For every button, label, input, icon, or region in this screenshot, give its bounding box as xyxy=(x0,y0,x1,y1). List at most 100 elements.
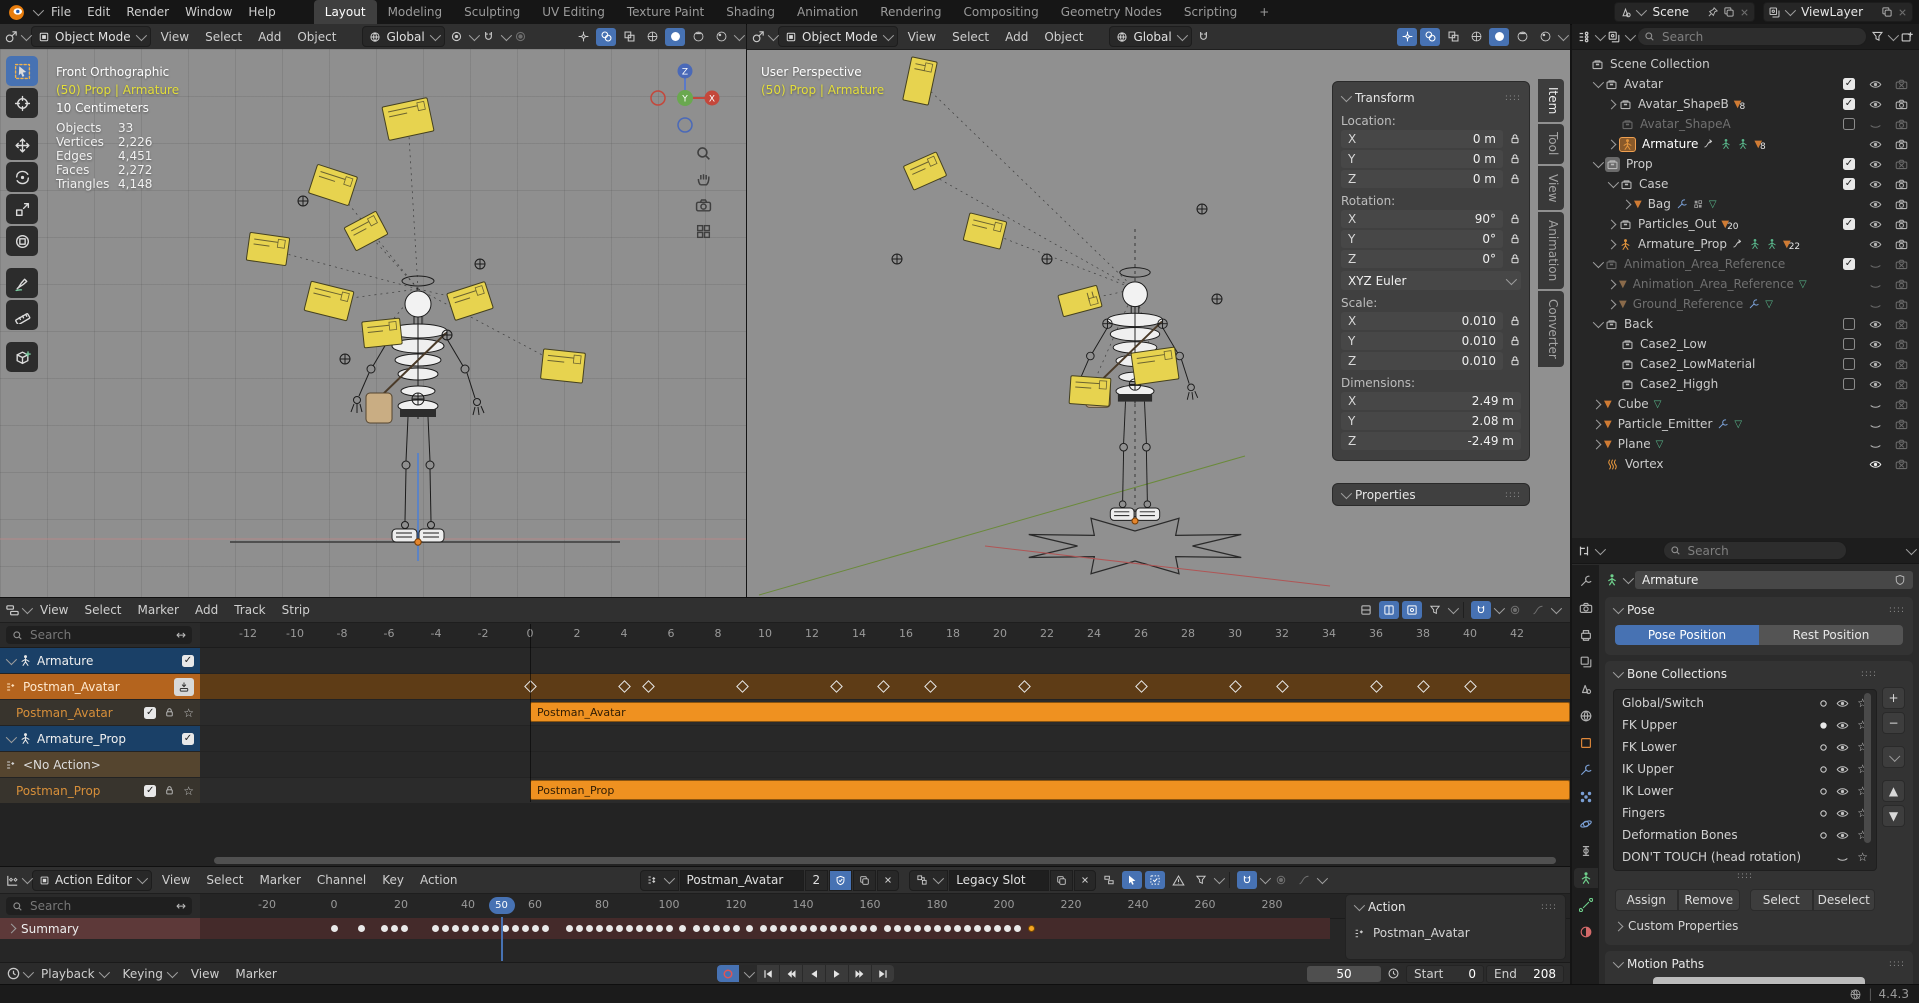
bone-collection-row[interactable]: FK Upper☆ xyxy=(1614,714,1876,736)
camera-toggle[interactable] xyxy=(1893,318,1909,331)
camera-toggle[interactable] xyxy=(1893,178,1909,191)
editor-type-chevron[interactable] xyxy=(1595,29,1606,40)
nla-menu-view[interactable]: View xyxy=(32,603,76,617)
list-scrollbar[interactable] xyxy=(1864,693,1871,843)
breadcrumb-chevron[interactable] xyxy=(1623,573,1634,584)
keyframe-dot[interactable] xyxy=(914,925,921,932)
fake-user-shield-icon[interactable] xyxy=(1894,574,1906,586)
move-up-button[interactable]: ▲ xyxy=(1882,780,1905,802)
keyframe-dot[interactable] xyxy=(904,925,911,932)
keyframe-dot[interactable] xyxy=(358,925,365,932)
solo-dot-icon[interactable] xyxy=(1819,721,1828,730)
editor-type-icon[interactable] xyxy=(1577,30,1591,44)
copy-icon[interactable] xyxy=(1723,6,1735,18)
menu-help[interactable]: Help xyxy=(240,5,283,19)
shading-material-icon[interactable] xyxy=(1512,28,1532,46)
viewport-menu-select[interactable]: Select xyxy=(944,30,997,44)
editor-mode-dropdown[interactable]: Action Editor xyxy=(32,870,152,891)
shading-rendered-icon[interactable] xyxy=(1535,28,1555,46)
hide-toggle[interactable] xyxy=(1867,458,1883,471)
track-checkbox[interactable]: ✓ xyxy=(144,707,156,719)
pin-icon[interactable] xyxy=(1707,6,1719,18)
falloff-icon[interactable] xyxy=(1528,601,1548,619)
show-gizmo-icon[interactable] xyxy=(573,28,593,46)
lock-icon[interactable] xyxy=(1509,133,1521,145)
keyframe-dot[interactable] xyxy=(954,925,961,932)
properties-tab-bone[interactable] xyxy=(1574,895,1598,915)
summary-keyframes-lane[interactable] xyxy=(200,918,1330,939)
keyframe-dot[interactable] xyxy=(522,925,529,932)
sidebar-tab-tool[interactable]: Tool xyxy=(1538,124,1564,163)
keyframe-dot[interactable] xyxy=(723,925,730,932)
nla-track-lane[interactable]: Postman_Avatar xyxy=(200,700,1570,725)
keyframe-dot[interactable] xyxy=(860,925,867,932)
camera-toggle[interactable] xyxy=(1893,438,1909,451)
viewport-menu-object[interactable]: Object xyxy=(289,30,344,44)
properties-tab-world[interactable] xyxy=(1574,706,1598,726)
filter-icon[interactable] xyxy=(1871,30,1884,43)
keyframe-dot[interactable] xyxy=(894,925,901,932)
workspace-tab-geometry-nodes[interactable]: Geometry Nodes xyxy=(1050,0,1173,24)
jump-to-end-button[interactable] xyxy=(872,965,894,982)
outliner-row[interactable]: Animation_Area_Reference✓ xyxy=(1572,254,1919,274)
checkbox-toggle[interactable] xyxy=(1841,378,1857,390)
workspace-tab-sculpting[interactable]: Sculpting xyxy=(453,0,531,24)
expand-chevron[interactable] xyxy=(1593,257,1604,268)
properties-tab-modifiers[interactable] xyxy=(1574,760,1598,780)
editor-type-chevron[interactable] xyxy=(1595,543,1606,554)
add-collection-button[interactable]: + xyxy=(1882,687,1905,709)
visibility-eye-icon[interactable] xyxy=(1836,741,1849,754)
remove-collection-button[interactable]: − xyxy=(1882,712,1905,734)
scene-selector[interactable]: Scene xyxy=(1614,2,1755,22)
toggle-xray-icon[interactable] xyxy=(1443,28,1463,46)
frame-end-field[interactable]: End208 xyxy=(1486,965,1564,983)
checkbox-toggle[interactable] xyxy=(1841,338,1857,350)
camera-toggle[interactable] xyxy=(1893,158,1909,171)
keyframe-dot[interactable] xyxy=(401,925,408,932)
snapping-icon[interactable] xyxy=(1237,871,1257,889)
properties-tab-physics[interactable] xyxy=(1574,814,1598,834)
filter-icon[interactable] xyxy=(1191,871,1211,889)
properties-tab-object-data[interactable] xyxy=(1574,868,1598,888)
properties-collapsed-panel[interactable]: Properties:::: xyxy=(1332,483,1530,506)
keyframe-dot[interactable] xyxy=(472,925,479,932)
outliner-search-input[interactable] xyxy=(1660,29,1860,45)
sidebar-tab-view[interactable]: View xyxy=(1538,166,1564,210)
view-toggle-a-icon[interactable] xyxy=(1356,601,1376,619)
outliner-row[interactable]: Back xyxy=(1572,314,1919,334)
keyframe-diamond[interactable] xyxy=(830,680,843,693)
lock-icon[interactable] xyxy=(1509,213,1521,225)
list-resize-grip[interactable]: :::: xyxy=(1613,871,1877,881)
action-panel-item[interactable]: Postman_Avatar xyxy=(1373,926,1470,940)
editor-type-icon[interactable] xyxy=(751,29,766,44)
hide-toggle[interactable] xyxy=(1867,218,1883,231)
dope-menu-marker[interactable]: Marker xyxy=(251,873,308,887)
nla-track-lane[interactable] xyxy=(200,726,1570,751)
keyframe-diamond[interactable] xyxy=(642,680,655,693)
keyframe-dot[interactable] xyxy=(679,925,686,932)
keyframe-dot[interactable] xyxy=(693,925,700,932)
panel-grip[interactable]: :::: xyxy=(1505,93,1521,103)
checkbox[interactable] xyxy=(1843,118,1855,130)
properties-tab-object[interactable] xyxy=(1574,733,1598,753)
expand-chevron[interactable] xyxy=(1592,439,1602,449)
camera-toggle[interactable] xyxy=(1893,418,1909,431)
outliner-row[interactable]: Prop✓ xyxy=(1572,154,1919,174)
keyframe-dot[interactable] xyxy=(703,925,710,932)
solo-dot-icon[interactable] xyxy=(1819,699,1828,708)
checkbox[interactable] xyxy=(1843,318,1855,330)
jump-to-start-button[interactable] xyxy=(757,965,779,982)
use-preview-range-icon[interactable] xyxy=(1387,967,1400,980)
viewport-right[interactable]: Object Mode ViewSelectAddObject Global U… xyxy=(747,24,1570,597)
keyframe-dot[interactable] xyxy=(502,925,509,932)
annotate-tool[interactable] xyxy=(6,268,38,298)
custom-properties-label[interactable]: Custom Properties xyxy=(1628,919,1738,933)
viewlayer-selector[interactable]: ViewLayer xyxy=(1763,2,1913,22)
checkbox-toggle[interactable]: ✓ xyxy=(1841,98,1857,110)
auto-snap-icon[interactable] xyxy=(1471,601,1491,619)
checkbox-toggle[interactable]: ✓ xyxy=(1841,78,1857,90)
layered-anim-icon[interactable] xyxy=(1099,871,1119,889)
hide-toggle[interactable] xyxy=(1867,198,1883,211)
nla-search-input[interactable] xyxy=(28,627,171,643)
slot-name-field[interactable]: Legacy Slot xyxy=(949,870,1049,891)
